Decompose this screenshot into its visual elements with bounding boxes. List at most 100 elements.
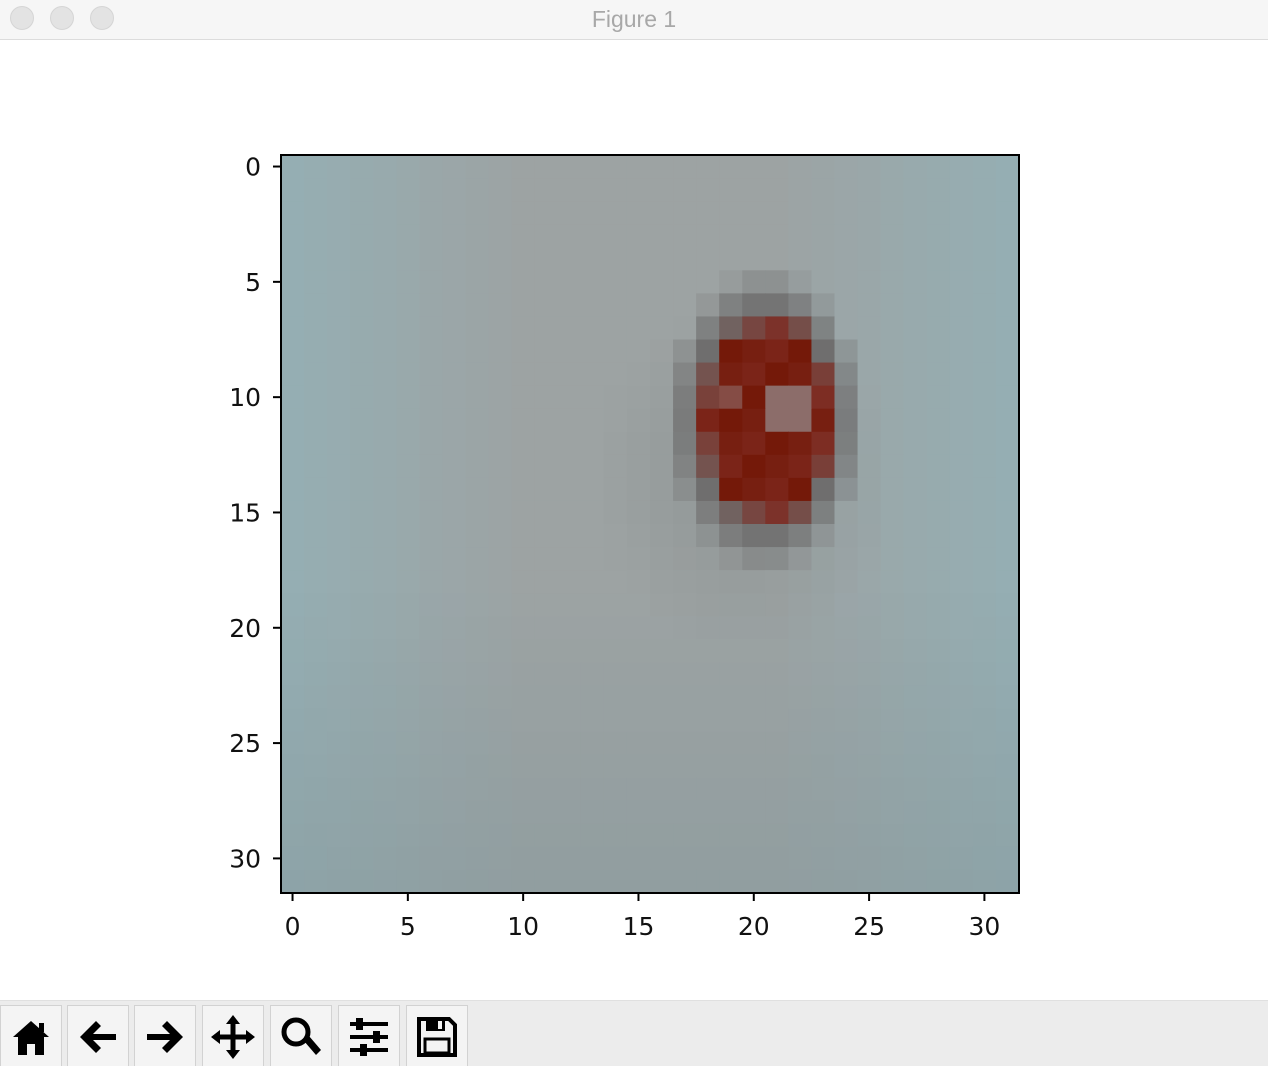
image-pixel [903,524,928,548]
image-pixel [673,339,697,364]
image-pixel [995,454,1020,479]
image-pixel [419,316,444,341]
image-pixel [880,247,905,271]
image-pixel [304,708,328,733]
image-pixel [580,385,605,410]
image-pixel [281,477,305,502]
zoom-button[interactable] [270,1005,332,1066]
image-pixel [488,593,513,617]
image-pixel [673,224,697,248]
image-pixel [650,547,674,571]
image-pixel [788,616,813,640]
image-pixel [857,454,882,479]
image-pixel [765,316,789,341]
back-button[interactable] [67,1005,129,1066]
image-pixel [811,224,836,248]
image-pixel [650,339,674,364]
image-pixel [534,477,559,502]
image-pixel [696,155,720,179]
image-pixel [511,570,536,594]
image-pixel [880,754,905,779]
image-pixel [511,500,536,525]
image-pixel [442,155,467,179]
image-pixel [834,431,859,456]
image-pixel [696,270,720,294]
figure-canvas[interactable]: 0 5 10 15 20 25 30 0 5 10 15 20 25 30 [0,40,1268,1000]
forward-button[interactable] [134,1005,196,1066]
home-button[interactable] [0,1005,62,1066]
image-pixel [534,408,559,433]
image-pixel [880,616,905,640]
image-pixel [949,570,974,594]
image-pixel [972,639,997,663]
image-pixel [857,431,882,456]
image-pixel [926,731,951,756]
image-pixel [650,846,674,871]
image-pixel [488,846,513,871]
image-pixel [626,293,651,318]
image-pixel [626,639,651,663]
image-pixel [788,270,813,294]
image-pixel [788,869,813,894]
image-pixel [995,500,1020,525]
image-pixel [419,385,444,410]
image-pixel [650,293,674,318]
image-pixel [696,639,720,663]
image-pixel [788,201,813,225]
image-pixel [719,639,743,663]
image-pixel [603,385,628,410]
pan-button[interactable] [202,1005,264,1066]
image-pixel [696,247,720,271]
image-pixel [696,547,720,571]
image-pixel [304,293,328,318]
image-pixel [511,385,536,410]
configure-subplots-button[interactable] [338,1005,400,1066]
image-pixel [972,500,997,525]
image-pixel [926,316,951,341]
image-pixel [350,593,374,617]
save-button[interactable] [406,1005,468,1066]
image-pixel [465,270,490,294]
image-pixel [350,454,374,479]
x-tick-label: 25 [853,912,885,941]
image-pixel [304,500,328,525]
image-pixel [949,178,974,202]
image-pixel [995,524,1020,548]
image-pixel [650,155,674,179]
image-pixel [673,247,697,271]
image-pixel [673,155,697,179]
image-pixel [926,524,951,548]
image-pixel [742,639,766,663]
image-pixel [719,247,743,271]
image-pixel [396,777,420,802]
image-pixel [442,524,467,548]
image-pixel [396,454,420,479]
image-pixel [419,547,444,571]
image-pixel [834,477,859,502]
image-plot[interactable]: 0 5 10 15 20 25 30 0 5 10 15 20 25 30 [0,40,1268,1000]
image-pixel [995,247,1020,271]
image-pixel [488,339,513,364]
image-pixel [995,823,1020,848]
image-pixel [350,708,374,733]
image-pixel [673,754,697,779]
image-pixel [926,408,951,433]
image-pixel [327,500,351,525]
image-pixel [465,524,490,548]
image-pixel [557,477,582,502]
image-pixel [880,155,905,179]
image-pixel [765,155,789,179]
image-pixel [650,500,674,525]
image-pixel [811,316,836,341]
image-pixel [696,570,720,594]
image-pixel [903,316,928,341]
image-pixel [696,339,720,364]
image-pixel [603,846,628,871]
image-pixel [903,500,928,525]
image-pixel [926,293,951,318]
image-pixel [857,570,882,594]
image-pixel [696,616,720,640]
image-pixel [742,178,766,202]
image-pixel [926,616,951,640]
image-pixel [880,685,905,710]
